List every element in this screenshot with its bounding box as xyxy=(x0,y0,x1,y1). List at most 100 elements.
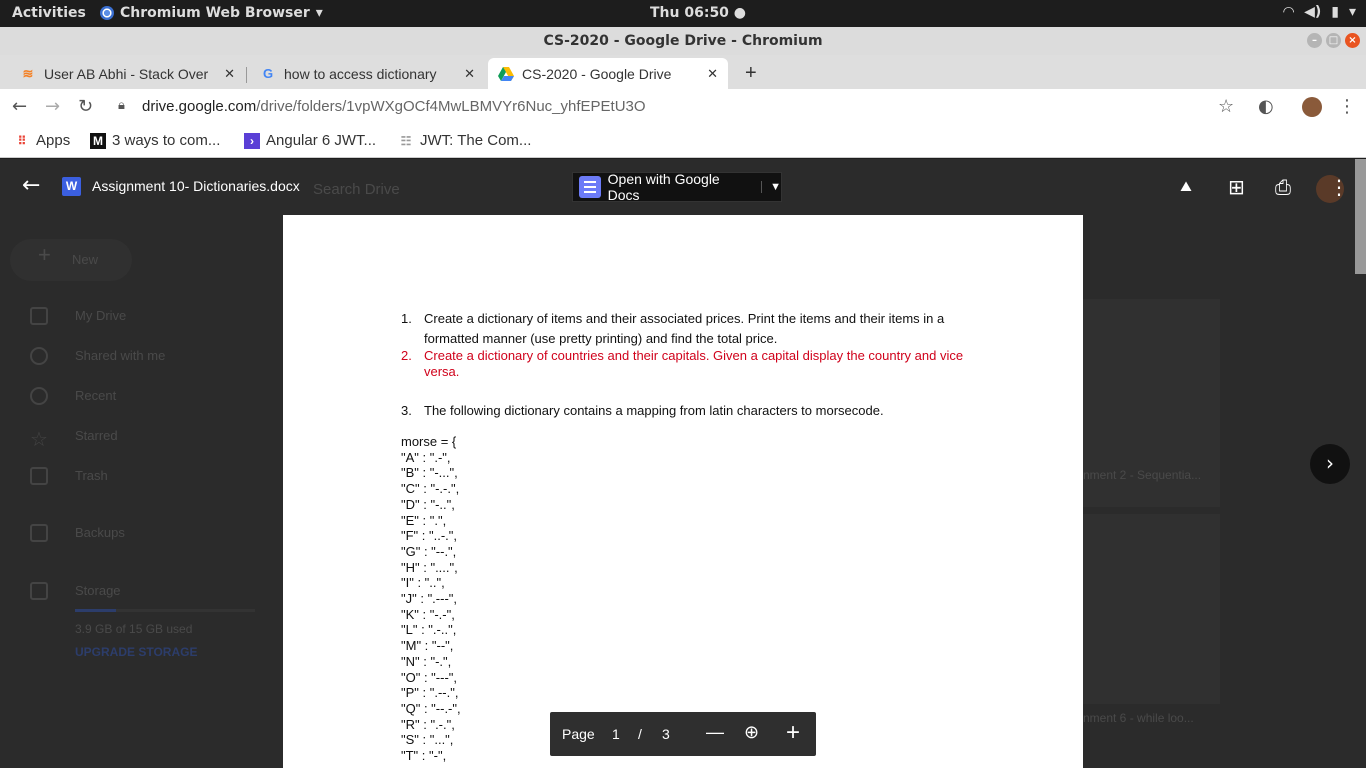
bookmark-apps[interactable]: ⠿ Apps xyxy=(14,132,71,149)
nav-trash[interactable]: Trash xyxy=(75,468,108,483)
system-top-bar: Activities Chromium Web Browser ▾ Thu 06… xyxy=(0,0,1366,27)
app-menu-label: Chromium Web Browser xyxy=(120,5,310,21)
nav-starred[interactable]: Starred xyxy=(75,428,118,443)
new-tab-button[interactable]: + xyxy=(735,58,765,89)
tab-stackoverflow[interactable]: ≋ User AB Abhi - Stack Over ✕ xyxy=(10,58,245,89)
zoom-icon[interactable]: ⊕ xyxy=(744,722,759,743)
url-path: /drive/folders/1vpWXgOCf4MwLBMVYr6Nuc_yh… xyxy=(256,98,646,115)
tab-label: User AB Abhi - Stack Over xyxy=(44,65,209,82)
bookmark-label: Angular 6 JWT... xyxy=(266,132,377,149)
bookmark-label: Apps xyxy=(36,132,71,149)
minimize-button[interactable]: – xyxy=(1307,33,1322,48)
google-docs-icon xyxy=(579,176,601,198)
plus-icon: + xyxy=(745,62,757,84)
more-vert-icon[interactable]: ⋮ xyxy=(1329,175,1349,199)
app-menu[interactable]: Chromium Web Browser ▾ xyxy=(100,5,323,21)
file-card-title: nment 2 - Sequentia... xyxy=(1083,468,1202,482)
new-button[interactable]: + New xyxy=(10,239,132,281)
print-icon[interactable]: ⎙ xyxy=(1275,175,1291,199)
item-text: The following dictionary contains a mapp… xyxy=(424,403,884,418)
morse-line: "N" : "-.", xyxy=(401,653,452,669)
activities-button[interactable]: Activities xyxy=(12,5,86,21)
morse-line: "B" : "-...", xyxy=(401,465,458,481)
chevron-down-icon[interactable]: ▼ xyxy=(761,181,781,193)
current-page[interactable]: 1 xyxy=(612,726,620,742)
address-bar[interactable]: drive.google.com/drive/folders/1vpWXgOCf… xyxy=(142,98,646,115)
next-file-button[interactable]: › xyxy=(1310,444,1350,484)
morse-code-listing: morse = {"A" : ".-", "B" : "-...", "C" : "… xyxy=(401,434,461,764)
morse-line: "M" : "--", xyxy=(401,638,454,654)
volume-icon: ◀) xyxy=(1304,4,1322,20)
chevron-right-icon: › xyxy=(1326,451,1334,475)
morse-line: "E" : ".", xyxy=(401,512,447,528)
open-with-google-docs-button[interactable]: Open with Google Docs ▼ xyxy=(572,171,782,203)
more-vert-icon[interactable]: ⋮ xyxy=(1338,96,1356,117)
bookmark-medium[interactable]: M 3 ways to com... xyxy=(90,132,220,149)
storage-used: 3.9 GB of 15 GB used xyxy=(75,622,193,636)
page-separator: / xyxy=(638,726,642,742)
close-tab-icon[interactable]: ✕ xyxy=(224,66,235,82)
nav-backups[interactable]: Backups xyxy=(75,525,125,540)
avatar[interactable] xyxy=(1302,97,1322,117)
morse-line: "P" : ".--.", xyxy=(401,685,459,701)
zoom-in-icon[interactable]: + xyxy=(786,719,800,747)
morse-line: "I" : "..", xyxy=(401,575,445,591)
nav-storage[interactable]: Storage xyxy=(75,583,121,598)
bookmark-label: JWT: The Com... xyxy=(420,132,532,149)
item-number: 1. xyxy=(401,311,412,326)
morse-line: "R" : ".-.", xyxy=(401,716,455,732)
shared-icon xyxy=(30,347,48,365)
extension-icon[interactable]: ◐ xyxy=(1258,96,1274,117)
open-with-label: Open with Google Docs xyxy=(607,171,720,203)
tab-strip: ≋ User AB Abhi - Stack Over ✕ G how to a… xyxy=(0,55,1366,89)
close-window-button[interactable]: × xyxy=(1345,33,1360,48)
window-title: CS-2020 - Google Drive - Chromium xyxy=(543,33,823,49)
close-tab-icon[interactable]: ✕ xyxy=(707,66,718,82)
lock-icon[interactable]: 🔒︎ xyxy=(118,98,125,113)
nav-recent[interactable]: Recent xyxy=(75,388,116,403)
preview-file-name: Assignment 10- Dictionaries.docx xyxy=(92,178,300,194)
preview-header: ← W Assignment 10- Dictionaries.docx Ope… xyxy=(0,159,1366,215)
star-icon[interactable]: ☆ xyxy=(1218,96,1234,117)
item-text: Create a dictionary of countries and the… xyxy=(424,348,964,363)
item-text: Create a dictionary of items and their a… xyxy=(424,311,945,326)
morse-line: "J" : ".---", xyxy=(401,591,458,607)
tab-google-search[interactable]: G how to access dictionary ✕ xyxy=(250,58,485,89)
add-comment-icon[interactable]: ⊞ xyxy=(1228,175,1245,199)
plus-icon: + xyxy=(38,242,51,267)
add-to-drive-icon[interactable]: ⯅ xyxy=(1178,175,1194,199)
item-number: 2. xyxy=(401,348,412,363)
file-card-title: nment 6 - while loo... xyxy=(1083,711,1194,725)
maximize-button[interactable]: □ xyxy=(1326,33,1341,48)
bookmark-jwt[interactable]: ☷ JWT: The Com... xyxy=(398,132,532,149)
back-arrow-icon[interactable]: ← xyxy=(22,173,40,198)
upgrade-storage-link[interactable]: UPGRADE STORAGE xyxy=(75,645,197,659)
back-arrow-icon[interactable]: ← xyxy=(12,96,27,117)
backup-icon xyxy=(30,524,48,542)
new-label: New xyxy=(72,252,99,267)
tab-google-drive[interactable]: CS-2020 - Google Drive ✕ xyxy=(488,58,728,89)
storage-bar-fill xyxy=(75,609,117,612)
bookmark-label: 3 ways to com... xyxy=(112,132,221,149)
google-drive-icon xyxy=(498,66,514,82)
morse-line: "F" : "..-.", xyxy=(401,528,458,544)
system-tray[interactable]: ◠ ◀) ▮ ▾ xyxy=(1283,4,1356,20)
file-card[interactable] xyxy=(1078,514,1220,704)
forward-arrow-icon[interactable]: → xyxy=(45,96,60,117)
item-number: 3. xyxy=(401,403,412,418)
apps-grid-icon: ⠿ xyxy=(17,133,27,148)
morse-line: "S" : "...", xyxy=(401,732,454,748)
nav-my-drive[interactable]: My Drive xyxy=(75,308,126,323)
tab-label: CS-2020 - Google Drive xyxy=(522,65,672,82)
morse-line: "C" : "-.-.", xyxy=(401,481,460,497)
scrollbar[interactable] xyxy=(1355,159,1366,274)
clock[interactable]: Thu 06:50 ● xyxy=(650,5,746,21)
morse-line: "H" : "....", xyxy=(401,559,458,575)
reload-icon[interactable]: ↻ xyxy=(78,96,93,117)
bookmark-angular[interactable]: › Angular 6 JWT... xyxy=(244,132,376,149)
close-tab-icon[interactable]: ✕ xyxy=(464,66,475,82)
document-page: 1. Create a dictionary of items and thei… xyxy=(283,215,1083,768)
chevron-down-icon: ▾ xyxy=(1348,4,1356,20)
nav-shared[interactable]: Shared with me xyxy=(75,348,165,363)
zoom-out-icon[interactable]: — xyxy=(706,722,724,743)
